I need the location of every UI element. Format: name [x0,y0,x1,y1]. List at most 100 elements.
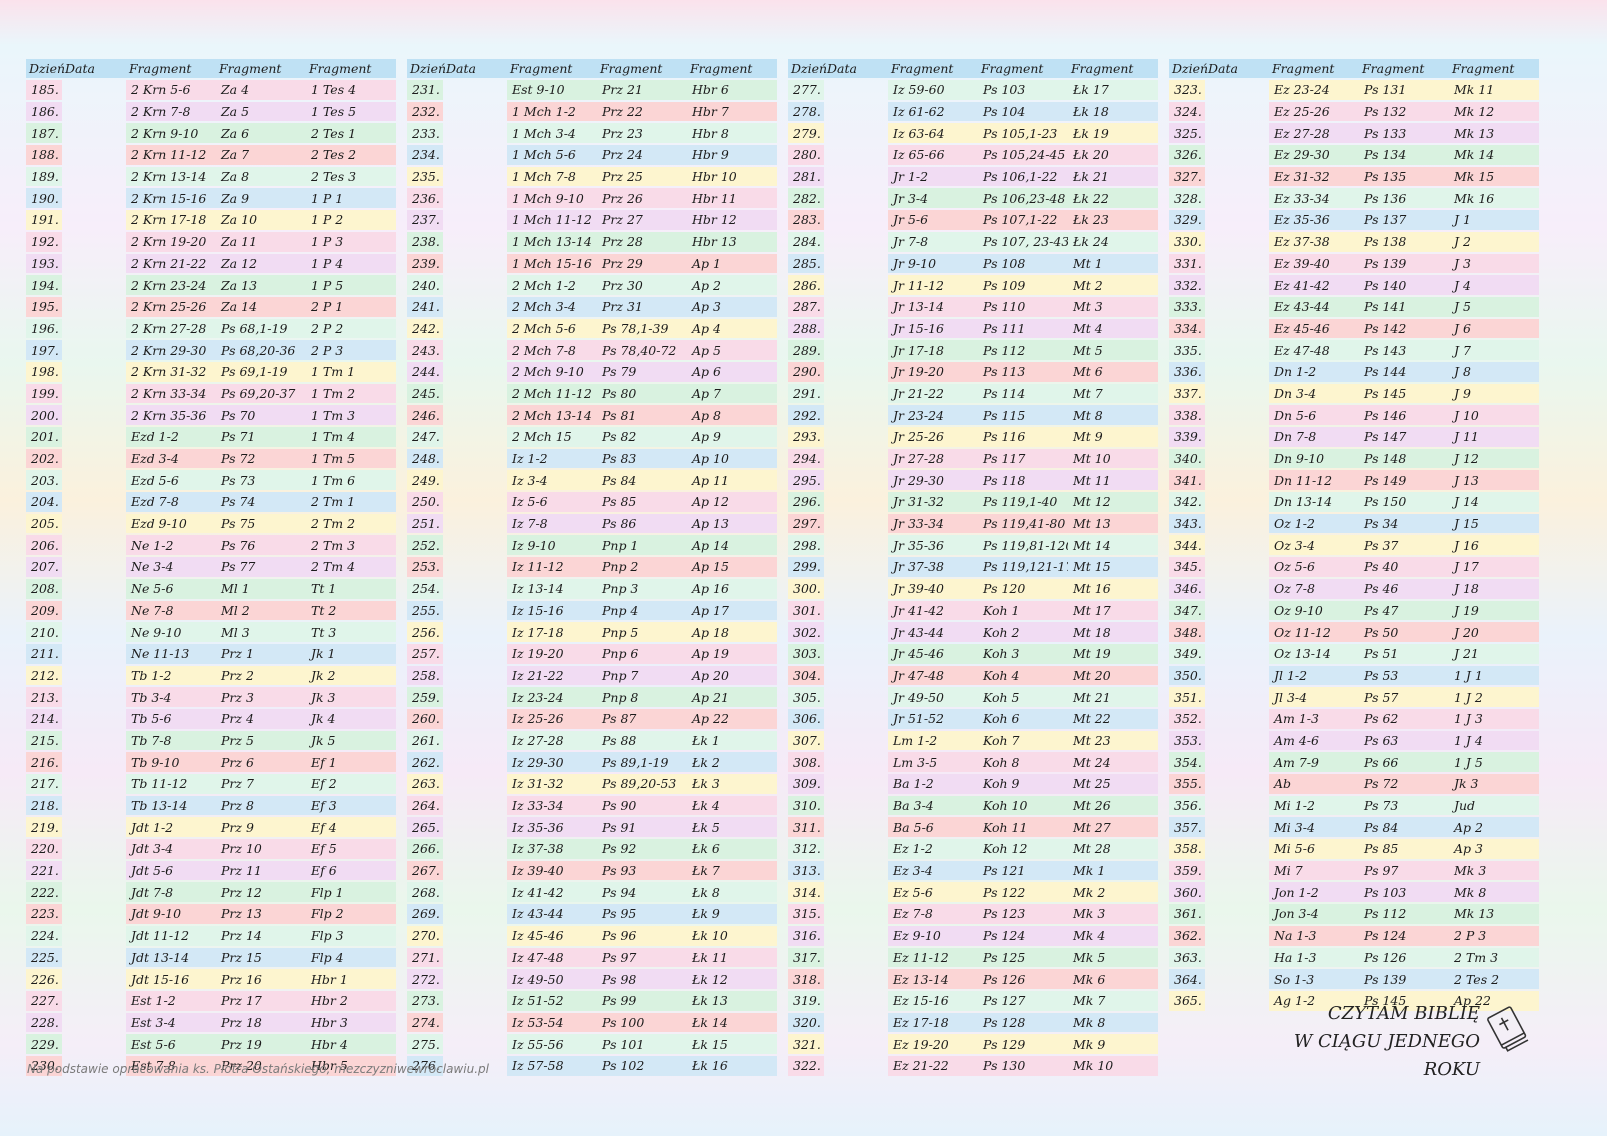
fragment-1: Ha 1-3 [1269,947,1359,968]
table-row: 275. Iz 55-56 Ps 101 Łk 15 [407,1034,777,1054]
fragment-2: Koh 8 [978,752,1068,772]
date-cell [1205,557,1269,577]
day-number: 260. [407,708,443,729]
day-number: 213. [26,687,62,707]
date-cell [443,817,507,837]
date-cell [824,926,888,946]
table-row: 234. 1 Mch 5-6 Prz 24 Hbr 9 [407,145,777,165]
date-cell [62,861,126,881]
fragment-3: Mt 14 [1068,535,1158,556]
date-cell [62,817,126,837]
fragment-1: Iz 1-2 [507,448,597,469]
table-row: 217. Tb 11-12 Prz 7 Ef 2 [26,774,396,794]
day-number: 300. [788,578,824,599]
fragment-2: Ps 128 [978,1012,1068,1033]
fragment-1: Mi 5-6 [1269,839,1359,859]
fragment-3: Ap 10 [687,448,777,469]
date-cell [824,882,888,902]
fragment-1: 1 Mch 5-6 [507,145,597,165]
fragment-1: Iz 13-14 [507,578,597,599]
table-row: 218. Tb 13-14 Prz 8 Ef 3 [26,795,396,816]
fragment-1: Ne 7-8 [126,600,216,621]
date-cell [1205,644,1269,664]
fragment-1: Est 9-10 [507,80,597,100]
fragment-2: Ps 147 [1359,427,1449,447]
fragment-1: Dn 1-2 [1269,361,1359,382]
fragment-1: 2 Krn 15-16 [126,188,216,209]
fragment-1: Tb 13-14 [126,795,216,816]
table-row: 286. Jr 11-12 Ps 109 Mt 2 [788,275,1158,295]
fragment-3: Ap 13 [687,513,777,534]
fragment-3: Łk 3 [687,774,777,794]
fragment-3: Łk 2 [687,752,777,772]
fragment-2: Za 10 [216,210,306,230]
fragment-3: Mk 15 [1449,166,1539,187]
fragment-2: Ps 117 [978,448,1068,469]
date-cell [62,514,126,534]
day-number: 221. [26,860,62,881]
fragment-1: Iz 15-16 [507,600,597,621]
fragment-3: Mt 15 [1068,557,1158,577]
date-cell [62,622,126,642]
date-cell [443,340,507,360]
date-cell [824,362,888,382]
day-number: 296. [788,492,824,512]
table-row: 293. Jr 25-26 Ps 116 Mt 9 [788,427,1158,447]
fragment-2: Ps 109 [978,275,1068,295]
day-number: 232. [407,101,443,122]
date-cell [824,319,888,339]
fragment-3: 1 Tm 5 [306,448,396,469]
fragment-3: 1 J 2 [1449,687,1539,707]
day-number: 254. [407,578,443,599]
header-fragment-3: Fragment [687,59,777,78]
table-row: 242. 2 Mch 5-6 Ps 78,1-39 Ap 4 [407,318,777,339]
day-number: 199. [26,383,62,404]
fragment-1: Jon 1-2 [1269,882,1359,903]
day-number: 200. [26,405,62,425]
table-row: 204. Ezd 7-8 Ps 74 2 Tm 1 [26,492,396,512]
day-number: 291. [788,383,824,404]
fragment-1: Iz 63-64 [888,123,978,144]
fragment-1: Jr 3-4 [888,188,978,209]
header-day: Dzień [788,59,827,78]
fragment-2: Ps 139 [1359,253,1449,274]
fragment-2: Ps 75 [216,513,306,534]
fragment-1: Jdt 3-4 [126,839,216,859]
fragment-3: Łk 12 [687,969,777,989]
fragment-1: Ba 1-2 [888,774,978,794]
fragment-2: Ps 66 [1359,752,1449,772]
date-cell [62,926,126,946]
fragment-1: 2 Krn 27-28 [126,318,216,339]
fragment-3: 2 Tm 2 [306,513,396,534]
fragment-3: Ap 3 [1449,839,1539,859]
fragment-3: 2 Tes 1 [306,123,396,144]
table-row: 239. 1 Mch 15-16 Prz 29 Ap 1 [407,253,777,274]
fragment-1: Jr 1-2 [888,166,978,187]
table-row: 299. Jr 37-38Ps 119,121-176Mt 15 [788,557,1158,577]
fragment-3: Ap 19 [687,643,777,664]
day-number: 245. [407,383,443,404]
table-row: 267. Iz 39-40 Ps 93 Łk 7 [407,860,777,881]
fragment-1: Iz 31-32 [507,774,597,794]
date-cell [443,384,507,404]
day-number: 246. [407,405,443,425]
date-cell [62,1013,126,1033]
fragment-1: 2 Krn 21-22 [126,253,216,274]
fragment-1: 2 Krn 31-32 [126,361,216,382]
fragment-3: Hbr 9 [687,145,777,165]
fragment-2: Za 9 [216,188,306,209]
table-row: 210. Ne 9-10 Ml 3 Tt 3 [26,622,396,642]
fragment-1: Jdt 5-6 [126,860,216,881]
table-header: Dzień Data Fragment Fragment Fragment [1169,59,1539,78]
date-cell [62,579,126,599]
day-number: 299. [788,557,824,577]
fragment-2: Za 7 [216,145,306,165]
fragment-1: Jr 33-34 [888,513,978,534]
table-row: 268. Iz 41-42 Ps 94 Łk 8 [407,882,777,903]
fragment-3: 1 J 3 [1449,708,1539,729]
header-day: Dzień [407,59,446,78]
fragment-1: Ne 9-10 [126,622,216,642]
day-number: 325. [1169,123,1205,144]
fragment-3: Ef 4 [306,817,396,838]
fragment-3: Łk 6 [687,839,777,859]
